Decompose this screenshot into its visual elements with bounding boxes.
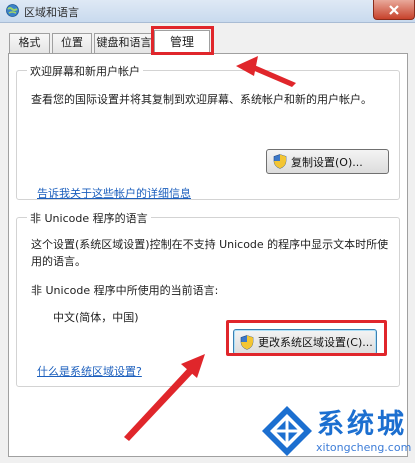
tab-keyboards-languages[interactable]: 键盘和语言 <box>94 33 154 53</box>
watermark-url: xitongcheng.com <box>316 441 412 454</box>
non-unicode-group-legend: 非 Unicode 程序的语言 <box>27 210 151 226</box>
account-details-link[interactable]: 告诉我关于这些帐户的详细信息 <box>37 185 191 202</box>
system-locale-help-link[interactable]: 什么是系统区域设置? <box>37 363 142 380</box>
copy-settings-button[interactable]: 复制设置(O)... <box>266 149 389 174</box>
non-unicode-group: 非 Unicode 程序的语言 这个设置(系统区域设置)控制在不支持 Unico… <box>16 210 400 387</box>
watermark-title: 系统城 <box>317 409 407 440</box>
close-icon <box>389 4 399 15</box>
welcome-description: 查看您的国际设置并将其复制到欢迎屏幕、系统帐户和新的用户帐户。 <box>31 93 372 106</box>
welcome-screen-group: 欢迎屏幕和新用户帐户 查看您的国际设置并将其复制到欢迎屏幕、系统帐户和新的用户帐… <box>16 63 400 202</box>
tab-formats[interactable]: 格式 <box>9 33 50 53</box>
tab-highlight-box <box>151 26 214 55</box>
welcome-group-legend: 欢迎屏幕和新用户帐户 <box>27 63 143 79</box>
current-language-value: 中文(简体，中国) <box>53 311 139 324</box>
region-language-dialog: 区域和语言 格式 位置 键盘和语言 管理 欢迎屏幕和新用户帐户 查看您的国际设置… <box>0 0 415 463</box>
tab-panel: 欢迎屏幕和新用户帐户 查看您的国际设置并将其复制到欢迎屏幕、系统帐户和新的用户帐… <box>8 53 408 457</box>
globe-icon <box>6 4 19 17</box>
tab-location[interactable]: 位置 <box>52 33 92 53</box>
current-language-label: 非 Unicode 程序中所使用的当前语言: <box>31 284 219 297</box>
title-bar[interactable]: 区域和语言 <box>0 0 415 23</box>
copy-settings-label: 复制设置(O)... <box>291 155 363 169</box>
window-title: 区域和语言 <box>24 6 79 19</box>
watermark: 系统城 xitongcheng.com <box>258 404 413 460</box>
shield-icon <box>273 154 287 169</box>
non-unicode-description-line2: 用的语言。 <box>31 255 86 268</box>
windows-logo-icon <box>262 406 312 456</box>
button-highlight-box <box>226 320 387 356</box>
non-unicode-description-line1: 这个设置(系统区域设置)控制在不支持 Unicode 的程序中显示文本时所使 <box>31 238 389 251</box>
close-button[interactable] <box>373 0 415 20</box>
